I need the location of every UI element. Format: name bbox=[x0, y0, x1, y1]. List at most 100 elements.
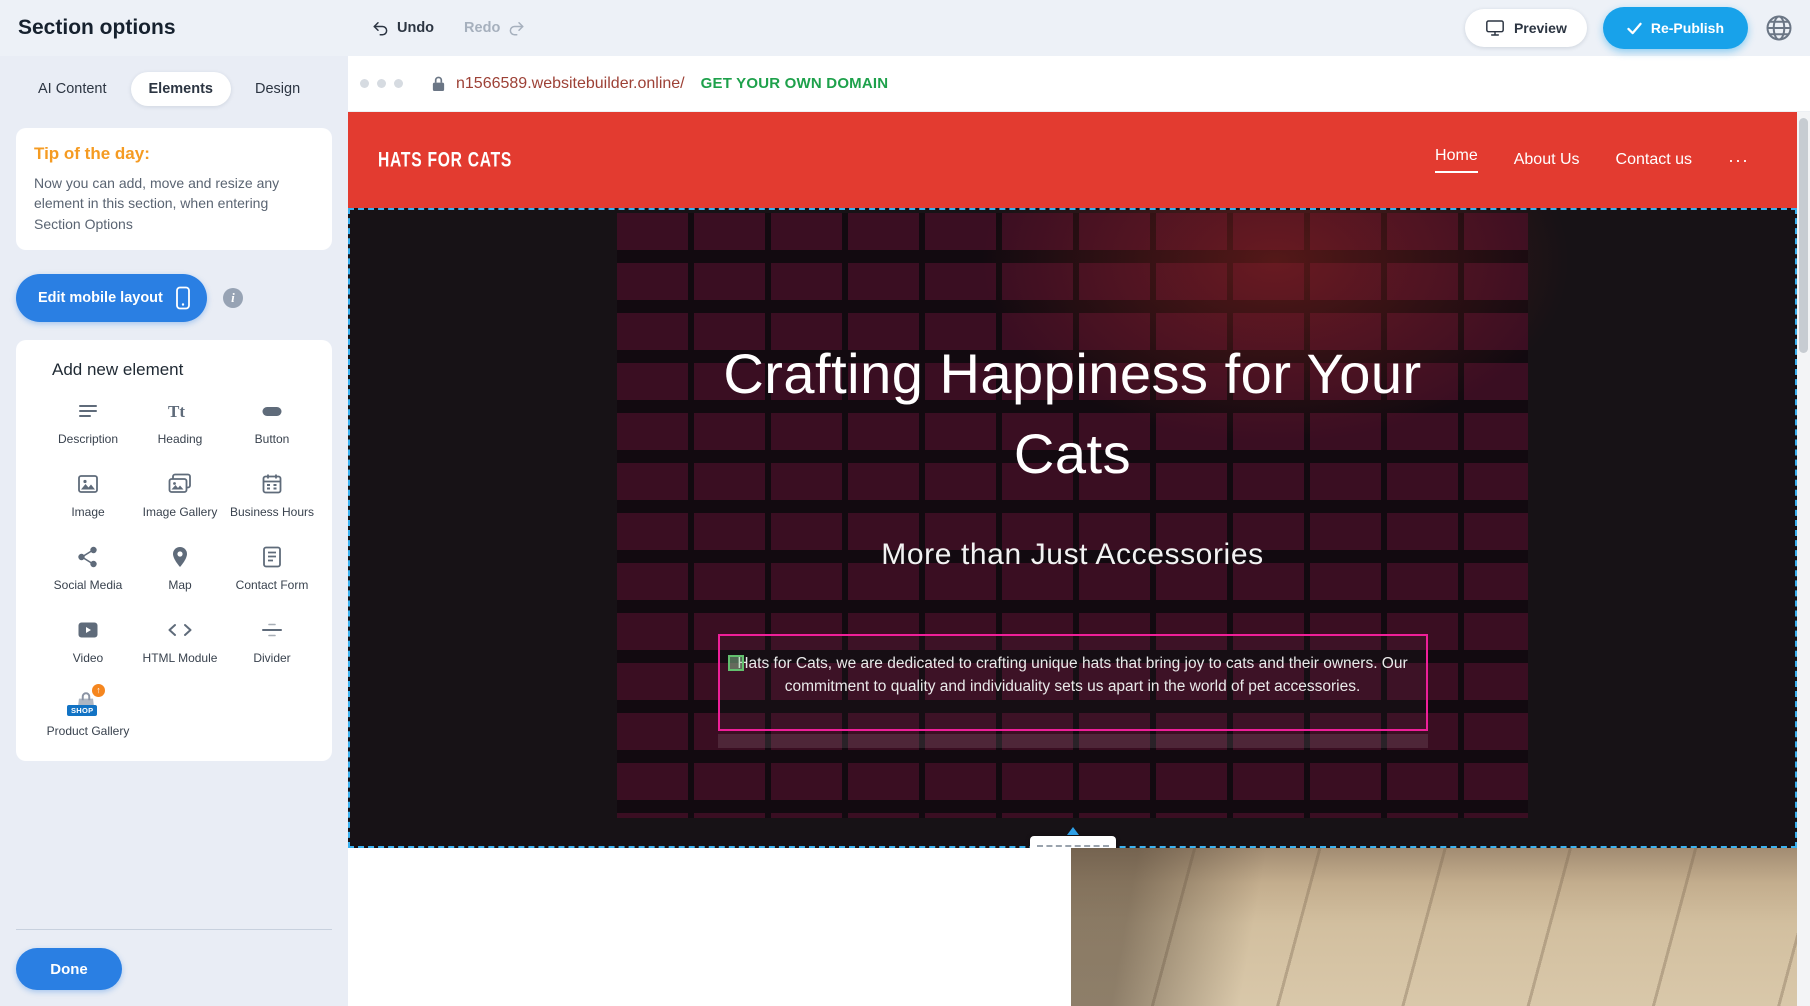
site-url: n1566589.websitebuilder.online/ bbox=[456, 75, 685, 93]
element-divider[interactable]: Divider bbox=[226, 617, 318, 666]
element-label: Image bbox=[71, 505, 104, 520]
heading-icon: Tt bbox=[167, 398, 193, 424]
tip-card: Tip of the day: Now you can add, move an… bbox=[16, 128, 332, 250]
globe-icon[interactable] bbox=[1764, 13, 1794, 43]
hero-section-selected[interactable]: Crafting Happiness for Your Cats More th… bbox=[348, 208, 1797, 848]
redo-icon bbox=[507, 19, 525, 37]
republish-button[interactable]: Re-Publish bbox=[1603, 7, 1748, 49]
nav-item-contact[interactable]: Contact us bbox=[1616, 151, 1692, 169]
site-nav: Home About Us Contact us ··· bbox=[1435, 147, 1749, 173]
hero-paragraph-text: Hats for Cats, we are dedicated to craft… bbox=[737, 655, 1407, 695]
svg-text:Tt: Tt bbox=[168, 402, 185, 421]
hero-subheading[interactable]: More than Just Accessories bbox=[350, 538, 1795, 572]
hero-heading[interactable]: Crafting Happiness for Your Cats bbox=[713, 334, 1433, 494]
resize-arrow-up-icon bbox=[1067, 827, 1079, 835]
element-label: Video bbox=[73, 651, 103, 666]
redo-button[interactable]: Redo bbox=[464, 19, 525, 37]
edit-mobile-layout-button[interactable]: Edit mobile layout bbox=[16, 274, 207, 322]
redo-label: Redo bbox=[464, 20, 500, 36]
editor-canvas: n1566589.websitebuilder.online/ GET YOUR… bbox=[348, 56, 1810, 1006]
social-media-icon bbox=[76, 544, 100, 570]
undo-redo-group: Undo Redo bbox=[372, 19, 525, 37]
republish-label: Re-Publish bbox=[1651, 20, 1724, 36]
scrollbar-thumb[interactable] bbox=[1799, 118, 1808, 353]
element-video[interactable]: Video bbox=[42, 617, 134, 666]
page-title: Section options bbox=[18, 16, 176, 40]
description-icon bbox=[76, 398, 100, 424]
element-drag-handle[interactable] bbox=[728, 655, 744, 671]
undo-label: Undo bbox=[397, 20, 434, 36]
element-ghost-bar bbox=[718, 734, 1428, 748]
element-label: Social Media bbox=[54, 578, 123, 593]
element-html-module[interactable]: HTML Module bbox=[134, 617, 226, 666]
add-element-panel: Add new element Description Tt Heading bbox=[16, 340, 332, 761]
undo-icon bbox=[372, 19, 390, 37]
next-section bbox=[348, 848, 1797, 1006]
site-preview: HATS FOR CATS Home About Us Contact us ·… bbox=[348, 112, 1797, 1006]
element-label: HTML Module bbox=[143, 651, 218, 666]
button-icon bbox=[260, 398, 284, 424]
element-label: Description bbox=[58, 432, 118, 447]
nav-item-about[interactable]: About Us bbox=[1514, 151, 1580, 169]
element-description[interactable]: Description bbox=[42, 398, 134, 447]
next-section-image bbox=[1071, 848, 1797, 1006]
shop-badge: SHOP bbox=[67, 705, 97, 716]
element-label: Image Gallery bbox=[143, 505, 218, 520]
sidebar-divider bbox=[16, 929, 332, 930]
preview-label: Preview bbox=[1514, 20, 1567, 36]
nav-more-icon[interactable]: ··· bbox=[1728, 150, 1749, 171]
site-logo[interactable]: HATS FOR CATS bbox=[378, 148, 512, 173]
sidebar: AI Content Elements Design Tip of the da… bbox=[0, 56, 348, 1006]
product-gallery-icon: SHOP ↑ bbox=[73, 690, 103, 716]
undo-button[interactable]: Undo bbox=[372, 19, 434, 37]
tab-ai-content[interactable]: AI Content bbox=[20, 72, 125, 106]
divider-icon bbox=[260, 617, 284, 643]
map-icon bbox=[168, 544, 192, 570]
element-label: Button bbox=[255, 432, 290, 447]
element-label: Heading bbox=[158, 432, 203, 447]
element-heading[interactable]: Tt Heading bbox=[134, 398, 226, 447]
tip-body: Now you can add, move and resize any ele… bbox=[34, 173, 314, 234]
element-label: Product Gallery bbox=[47, 724, 130, 739]
element-product-gallery[interactable]: SHOP ↑ Product Gallery bbox=[42, 690, 134, 739]
image-icon bbox=[76, 471, 100, 497]
mobile-layout-row: Edit mobile layout i bbox=[16, 274, 332, 322]
topbar-actions: Preview Re-Publish bbox=[1465, 7, 1794, 49]
hero-paragraph-selected[interactable]: Hats for Cats, we are dedicated to craft… bbox=[718, 634, 1428, 731]
edit-mobile-label: Edit mobile layout bbox=[38, 290, 163, 306]
tab-elements[interactable]: Elements bbox=[131, 72, 231, 106]
business-hours-icon bbox=[260, 471, 284, 497]
image-gallery-icon bbox=[167, 471, 193, 497]
phone-icon bbox=[175, 286, 191, 310]
page: Section options Undo Redo Preview bbox=[0, 0, 1810, 1006]
element-label: Divider bbox=[253, 651, 290, 666]
tip-title: Tip of the day: bbox=[34, 144, 314, 164]
lock-icon bbox=[431, 75, 446, 92]
element-image-gallery[interactable]: Image Gallery bbox=[134, 471, 226, 520]
get-domain-link[interactable]: GET YOUR OWN DOMAIN bbox=[701, 75, 889, 92]
element-label: Contact Form bbox=[236, 578, 309, 593]
element-business-hours[interactable]: Business Hours bbox=[226, 471, 318, 520]
element-grid: Description Tt Heading Button bbox=[28, 398, 320, 739]
sidebar-tabs: AI Content Elements Design bbox=[20, 72, 348, 106]
element-button[interactable]: Button bbox=[226, 398, 318, 447]
element-image[interactable]: Image bbox=[42, 471, 134, 520]
info-icon[interactable]: i bbox=[223, 288, 243, 308]
page-scrollbar bbox=[1797, 112, 1810, 1006]
tab-design[interactable]: Design bbox=[237, 72, 318, 106]
nav-item-home[interactable]: Home bbox=[1435, 147, 1478, 173]
upgrade-badge: ↑ bbox=[92, 684, 105, 697]
element-contact-form[interactable]: Contact Form bbox=[226, 544, 318, 593]
window-dots bbox=[360, 79, 403, 88]
contact-form-icon bbox=[260, 544, 284, 570]
html-module-icon bbox=[167, 617, 193, 643]
element-map[interactable]: Map bbox=[134, 544, 226, 593]
topbar: Section options Undo Redo Preview bbox=[0, 0, 1810, 56]
site-header: HATS FOR CATS Home About Us Contact us ·… bbox=[348, 112, 1797, 208]
browser-chrome: n1566589.websitebuilder.online/ GET YOUR… bbox=[348, 56, 1810, 112]
preview-button[interactable]: Preview bbox=[1465, 9, 1587, 47]
element-social-media[interactable]: Social Media bbox=[42, 544, 134, 593]
done-button[interactable]: Done bbox=[16, 948, 122, 990]
video-icon bbox=[76, 617, 100, 643]
element-label: Map bbox=[168, 578, 191, 593]
